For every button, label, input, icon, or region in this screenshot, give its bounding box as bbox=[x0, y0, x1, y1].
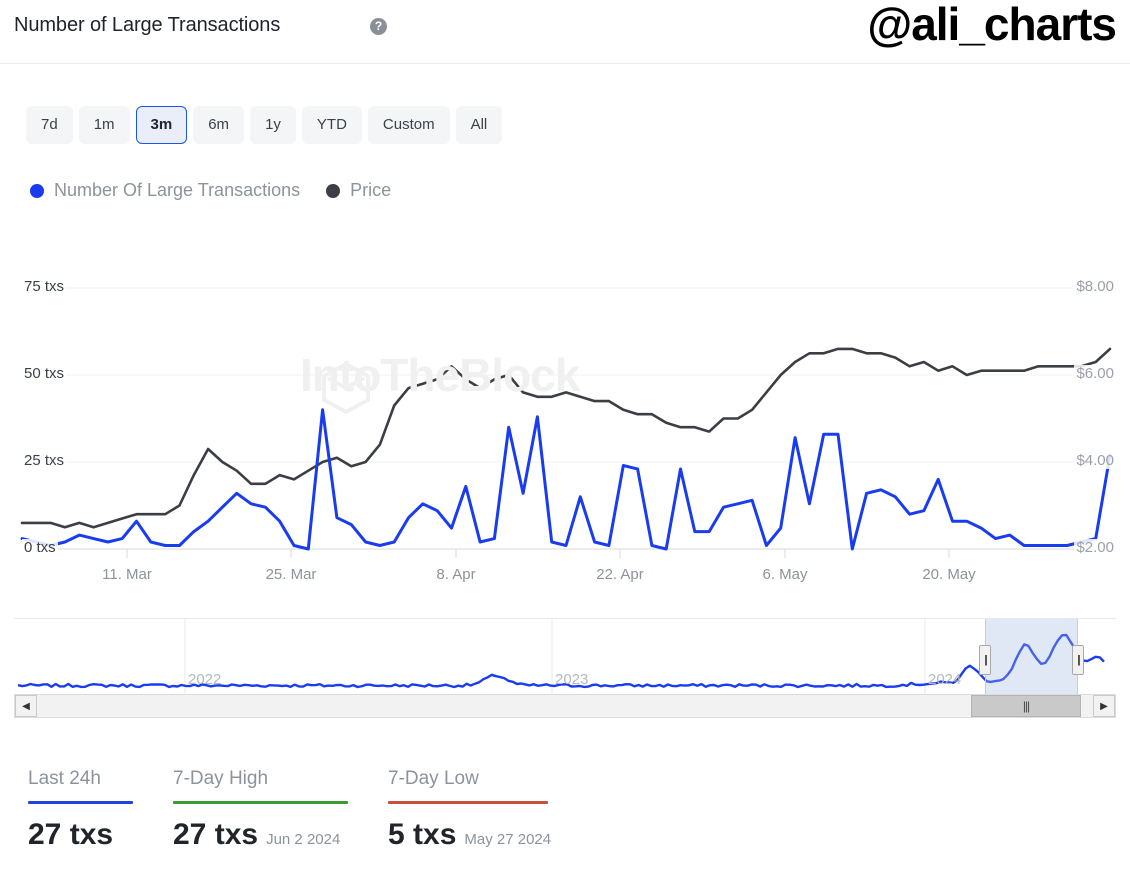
legend-dot-icon bbox=[30, 183, 44, 198]
triangle-right-icon[interactable]: ▶ bbox=[1093, 695, 1115, 717]
time-range-selector: 7d 1m 3m 6m 1y YTD Custom All bbox=[26, 106, 503, 144]
range-button-7d[interactable]: 7d bbox=[26, 106, 73, 144]
stat-card-2: 7-Day Low 5 txs May 27 2024 bbox=[388, 768, 588, 852]
stat-label: 7-Day Low bbox=[388, 768, 479, 789]
chart-watermark: IntoTheBlock bbox=[300, 349, 580, 401]
scrollbar-thumb[interactable]: ||| bbox=[971, 695, 1081, 717]
range-button-1m[interactable]: 1m bbox=[78, 106, 130, 144]
navigator-year-label: 2024 bbox=[928, 671, 962, 688]
chart-legend: Number Of Large Transactions Price bbox=[30, 180, 391, 201]
stat-value-row: 27 txs bbox=[28, 818, 133, 852]
y2-axis-label: $8.00 bbox=[1074, 278, 1116, 295]
y-axis-label: 50 txs bbox=[22, 365, 67, 382]
question-mark-icon[interactable]: ? bbox=[370, 18, 387, 35]
y2-axis-label: $6.00 bbox=[1074, 365, 1116, 382]
navigator-year-label: 2022 bbox=[188, 671, 222, 688]
legend-dot-icon bbox=[326, 183, 341, 198]
stat-value-row: 27 txs Jun 2 2024 bbox=[173, 818, 348, 852]
legend-item-0[interactable]: Number Of Large Transactions bbox=[30, 180, 300, 201]
stat-card-0: Last 24h 27 txs bbox=[28, 768, 173, 852]
y2-axis-label: $4.00 bbox=[1074, 452, 1116, 469]
legend-item-1[interactable]: Price bbox=[326, 180, 391, 201]
range-button-3m[interactable]: 3m bbox=[135, 106, 188, 144]
navigator-year-label: 2023 bbox=[555, 671, 589, 688]
stat-value: 27 txs bbox=[28, 818, 114, 851]
range-button-6m[interactable]: 6m bbox=[193, 106, 245, 144]
stat-value: 27 txs bbox=[173, 818, 259, 851]
stat-value: 5 txs bbox=[388, 818, 457, 851]
brand-watermark: @ali_charts bbox=[867, 0, 1117, 50]
range-navigator[interactable]: || || 2022 2023 2024 ◀ ||| ▶ bbox=[14, 618, 1116, 718]
x-axis-ticks: 11. Mar 25. Mar 8. Apr 22. Apr 6. May 20. May bbox=[0, 560, 1130, 590]
stat-date: Jun 2 2024 bbox=[266, 831, 341, 848]
summary-stats: Last 24h 27 txs 7-Day High 27 txs Jun 2 2024… bbox=[28, 768, 588, 852]
range-button-1y[interactable]: 1y bbox=[250, 106, 296, 144]
range-button-ytd[interactable]: YTD bbox=[301, 106, 362, 144]
x-axis-label: 22. Apr bbox=[596, 566, 644, 583]
x-axis-label: 11. Mar bbox=[102, 566, 152, 583]
triangle-left-icon[interactable]: ◀ bbox=[15, 695, 37, 717]
series-line-transactions bbox=[20, 408, 1112, 551]
x-axis-label: 6. May bbox=[762, 566, 808, 583]
stat-date: May 27 2024 bbox=[464, 831, 552, 848]
stat-value-row: 5 txs May 27 2024 bbox=[388, 818, 552, 852]
chart-svg bbox=[20, 287, 1112, 558]
y-axis-label: 0 txs bbox=[22, 539, 58, 556]
stat-label: 7-Day High bbox=[173, 768, 269, 789]
stat-card-1: 7-Day High 27 txs Jun 2 2024 bbox=[173, 768, 388, 852]
legend-label: Price bbox=[350, 180, 392, 200]
stat-underline bbox=[173, 801, 348, 804]
navigator-plot[interactable]: || || 2022 2023 2024 bbox=[14, 618, 1116, 694]
chart-page: Number of Large Transactions ? @ali_char… bbox=[0, 0, 1130, 885]
y-axis-label: 75 txs bbox=[22, 278, 67, 295]
stat-underline bbox=[388, 801, 548, 804]
range-button-custom[interactable]: Custom bbox=[367, 106, 450, 144]
navigator-handle-left[interactable]: || bbox=[979, 645, 991, 675]
legend-label: Number Of Large Transactions bbox=[54, 180, 301, 200]
x-axis-label: 25. Mar bbox=[265, 566, 317, 583]
navigator-handle-right[interactable]: || bbox=[1072, 645, 1084, 675]
x-axis-label: 20. May bbox=[922, 566, 976, 583]
navigator-selection[interactable] bbox=[985, 619, 1078, 694]
main-chart: IntoTheBlock 0 txs 25 txs 50 txs 75 txs $2.0… bbox=[0, 248, 1130, 600]
page-title: Number of Large Transactions bbox=[14, 14, 281, 36]
y-axis-label: 25 txs bbox=[22, 452, 67, 469]
navigator-scrollbar[interactable]: ◀ ||| ▶ bbox=[14, 694, 1116, 718]
chart-plot: IntoTheBlock 0 txs 25 txs 50 txs 75 txs $2.0… bbox=[0, 248, 1130, 558]
range-button-all[interactable]: All bbox=[455, 106, 503, 144]
y2-axis-label: $2.00 bbox=[1074, 539, 1116, 556]
stat-underline bbox=[28, 801, 133, 804]
x-axis-label: 8. Apr bbox=[436, 566, 476, 583]
page-header: Number of Large Transactions ? @ali_char… bbox=[0, 0, 1130, 64]
stat-label: Last 24h bbox=[28, 768, 101, 789]
